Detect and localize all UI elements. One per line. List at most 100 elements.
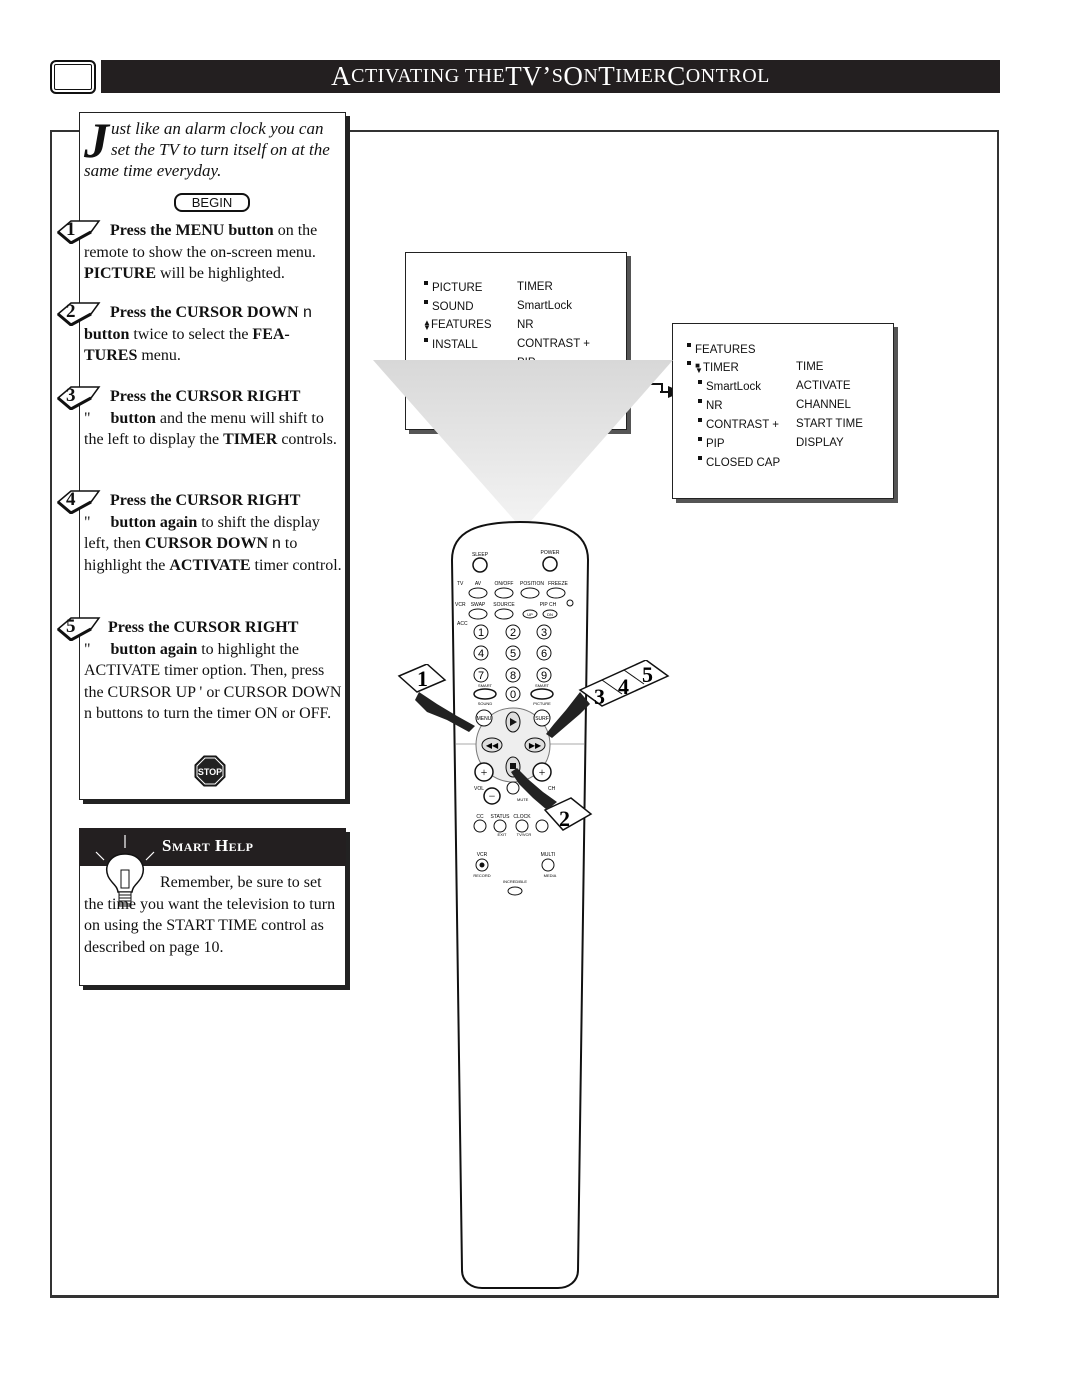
vol-label: VOL <box>474 786 484 792</box>
rewind-icon: ◀◀ <box>486 741 499 750</box>
step-emphasis: button again <box>110 513 198 531</box>
cursor-down-glyph: n <box>272 535 281 552</box>
sound-label: SOUND <box>478 701 493 706</box>
submenu-item: SmartLock <box>517 300 572 312</box>
stop-label: STOP <box>198 767 222 777</box>
menu-item-timer: ■ ▼TIMER <box>687 361 739 375</box>
projection-beam <box>373 360 673 530</box>
bullet-icon <box>698 418 702 422</box>
digit-label: 6 <box>541 648 547 660</box>
tv-label: TV <box>457 581 464 587</box>
menu-label: CLOSED CAP <box>706 457 781 469</box>
cursor-down-glyph: n <box>298 304 312 321</box>
submenu-item: DISPLAY <box>796 437 844 449</box>
digit-label: 0 <box>510 689 516 701</box>
vcr-label: VCR <box>455 602 466 608</box>
step-emphasis: button <box>110 409 156 427</box>
onoff-label: ON/OFF <box>495 581 514 587</box>
menu-item-nr: NR <box>698 399 723 412</box>
menu-item-contrast: CONTRAST + <box>698 418 779 431</box>
step-4-text: Press the CURSOR RIGHT " button again to… <box>84 490 342 576</box>
power-button[interactable] <box>542 556 558 572</box>
submenu-item: ACTIVATE <box>796 380 851 392</box>
intro-body: ust like an alarm clock you can set the … <box>84 119 330 180</box>
source-button[interactable] <box>494 608 514 620</box>
hand-pointer-2: 2 <box>511 768 593 831</box>
down-arrow-icon: ■ ▼ <box>695 361 703 375</box>
digit-label: 5 <box>510 648 516 660</box>
menu-item-pip: PIP <box>698 437 725 450</box>
hand-icon <box>546 692 590 738</box>
step-1-text: Press the MENU button on the remote to s… <box>84 220 342 285</box>
smart-help-title: Smart Help <box>162 836 254 855</box>
swap-button[interactable] <box>468 608 488 620</box>
step-body: twice to select the <box>129 325 253 343</box>
submenu-item: TIME <box>796 361 824 373</box>
menu-label: FEATURES <box>695 344 756 356</box>
cc-button[interactable] <box>473 819 487 833</box>
source-label: SOURCE <box>493 602 515 608</box>
menu-label: INSTALL <box>432 339 478 351</box>
sleep-label: SLEEP <box>472 552 489 558</box>
digit-label: 4 <box>478 648 484 660</box>
up-down-arrow-icon: ▲ ▼ <box>423 318 431 332</box>
hand-tag-label: 5 <box>642 662 653 687</box>
menu-item-features: FEATURES <box>687 343 756 356</box>
page-title: A CTIVATING THE TV’ S ON T IMER C ONTROL <box>101 60 1000 93</box>
title-part: IMER <box>615 65 668 87</box>
step-emphasis: Press the CURSOR DOWN <box>110 304 299 321</box>
menu-item-install: INSTALL <box>424 338 478 351</box>
menu-label: SmartLock <box>706 381 761 393</box>
title-part: N <box>583 65 599 87</box>
step-emphasis: TIMER <box>223 431 278 448</box>
freeze-button[interactable] <box>546 587 566 599</box>
title-part: ONTROL <box>685 65 770 87</box>
step-number-label: 2 <box>66 301 76 322</box>
media-label: MEDIA <box>544 873 557 878</box>
bullet-icon <box>687 343 691 347</box>
step-emphasis: button again <box>110 640 198 658</box>
position-button[interactable] <box>520 587 540 599</box>
digit-label: 2 <box>510 627 516 639</box>
onoff-button[interactable] <box>494 587 514 599</box>
minus-icon: − <box>489 789 496 803</box>
step-emphasis: Press the CURSOR RIGHT <box>108 619 299 636</box>
vcr-record-label: VCR <box>477 852 488 858</box>
bullet-icon <box>698 380 702 384</box>
step-number-label: 3 <box>66 385 76 406</box>
begin-badge: BEGIN <box>174 193 250 212</box>
multimedia-button[interactable] <box>541 858 555 872</box>
submenu-item: CONTRAST + <box>517 338 590 350</box>
hand-pointer-1: 1 <box>397 664 475 732</box>
bullet-icon <box>424 338 428 342</box>
hand-icon <box>511 768 557 810</box>
cursor-right-glyph: " <box>84 513 91 531</box>
cursor-right-glyph: " <box>84 640 91 658</box>
title-part: S <box>551 65 564 87</box>
sensor-icon <box>566 599 574 607</box>
dn-label: DN <box>547 612 553 617</box>
menu-label: TIMER <box>703 362 739 374</box>
step-emphasis: Press the CURSOR RIGHT <box>110 492 301 509</box>
title-part: O <box>563 61 584 91</box>
hand-tag-label: 4 <box>618 674 629 699</box>
av-button[interactable] <box>468 587 488 599</box>
freeze-label: FREEZE <box>548 581 568 587</box>
menu-label: PICTURE <box>432 282 483 294</box>
step-emphasis: PICTURE <box>84 265 157 282</box>
position-label: POSITION <box>520 581 544 587</box>
title-cap: A <box>331 61 352 91</box>
step-body: will be highlighted. <box>156 265 285 282</box>
step-body: menu. <box>137 347 181 364</box>
bullet-icon <box>698 456 702 460</box>
incredible-button[interactable] <box>507 886 523 896</box>
submenu-item: CHANNEL <box>796 399 851 411</box>
power-label: POWER <box>541 550 560 556</box>
sleep-button[interactable] <box>472 557 488 573</box>
submenu-item: TIMER <box>517 281 553 293</box>
cc-label: CC <box>476 814 484 820</box>
submenu-item: NR <box>517 319 534 331</box>
digit-label: 1 <box>478 627 484 639</box>
features-menu-screen: FEATURES ■ ▼TIMER SmartLock NR CONTRAST +… <box>672 323 894 499</box>
menu-item-closed-cap: CLOSED CAP <box>698 456 780 469</box>
